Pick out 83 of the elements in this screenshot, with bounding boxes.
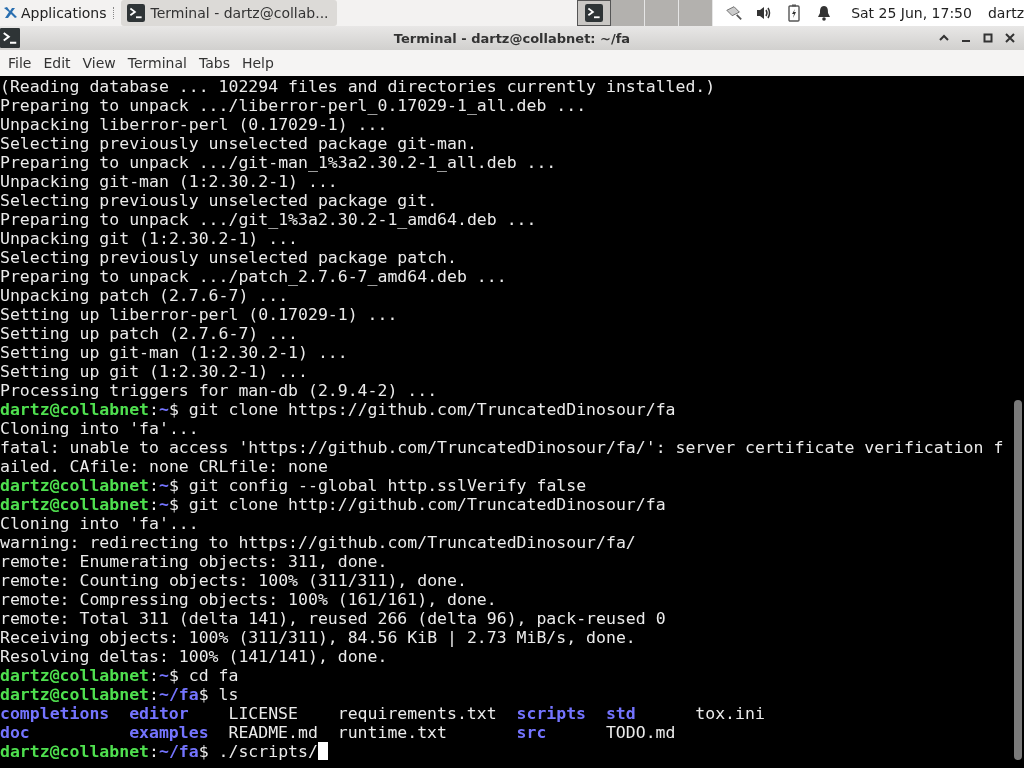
command-text: $ ./scripts/: [198, 742, 318, 761]
prompt-user: dartz@collabnet: [0, 742, 149, 761]
prompt-separator: :: [149, 742, 159, 761]
prompt-path: ~: [158, 400, 169, 419]
command-text: $ git clone https://github.com/TruncatedDinosour/fa: [168, 400, 676, 419]
terminal-line: Unpacking liberror-perl (0.17029-1) ...: [0, 115, 389, 134]
terminal-line: Setting up git-man (1:2.30.2-1) ...: [0, 343, 349, 362]
directory-name: examples: [129, 723, 209, 742]
terminal-line: Preparing to unpack .../git_1%3a2.30.2-1_amd64.deb ...: [0, 210, 538, 229]
terminal-line: Preparing to unpack .../liberror-perl_0.17029-1_all.deb ...: [0, 96, 588, 115]
prompt-user: dartz@collabnet: [0, 666, 149, 685]
directory-name: src: [516, 723, 547, 742]
prompt-user: dartz@collabnet: [0, 685, 149, 704]
clock[interactable]: Sat 25 Jun, 17:50: [851, 5, 972, 21]
directory-name: doc: [0, 723, 30, 742]
user-menu[interactable]: dartz: [987, 5, 1024, 21]
menu-item[interactable]: Terminal: [121, 53, 193, 73]
taskbar-button[interactable]: Terminal - dartz@collab...: [120, 0, 337, 26]
command-text: $ git clone http://github.com/TruncatedDinosour/fa: [168, 495, 666, 514]
terminal-line: Selecting previously unselected package git-man.: [0, 134, 478, 153]
prompt-separator: :: [149, 400, 159, 419]
prompt-separator: :: [149, 685, 159, 704]
menu-item[interactable]: Tabs: [192, 53, 236, 73]
terminal-line: Unpacking git-man (1:2.30.2-1) ...: [0, 172, 339, 191]
terminal-line: Cloning into 'fa'...: [0, 514, 200, 533]
file-name: requirements.txt: [337, 704, 497, 723]
terminal-line: Setting up patch (2.7.6-7) ...: [0, 324, 299, 343]
terminal-line: Selecting previously unselected package git.: [0, 191, 439, 210]
file-name: README.md: [228, 723, 318, 742]
menu-item[interactable]: Help: [235, 53, 280, 73]
prompt-path: ~: [158, 666, 169, 685]
terminal-line: warning: redirecting to https://github.com/TruncatedDinosour/fa/: [0, 533, 637, 552]
directory-name: std: [605, 704, 636, 723]
maximize-icon[interactable]: [982, 32, 994, 44]
file-name: runtime.txt: [337, 723, 447, 742]
terminal-line: Setting up git (1:2.30.2-1) ...: [0, 362, 309, 381]
prompt-path: ~: [158, 476, 169, 495]
terminal-line: ailed. CAfile: none CRLfile: none: [0, 457, 329, 476]
scrollbar-thumb[interactable]: [1014, 400, 1022, 760]
terminal-line: Processing triggers for man-db (2.9.4-2) ...: [0, 381, 439, 400]
terminal-line: remote: Compressing objects: 100% (161/161), done.: [0, 590, 498, 609]
terminal-line: Preparing to unpack .../patch_2.7.6-7_amd64.deb ...: [0, 267, 508, 286]
command-text: $ git config --global http.sslVerify false: [168, 476, 587, 495]
terminal-line: Setting up liberror-perl (0.17029-1) ...: [0, 305, 399, 324]
menu-item[interactable]: Edit: [37, 53, 77, 73]
terminal-line: Cloning into 'fa'...: [0, 419, 200, 438]
prompt-path: ~/fa: [158, 685, 199, 704]
terminal-line: Selecting previously unselected package patch.: [0, 248, 458, 267]
directory-name: scripts: [516, 704, 587, 723]
file-name: TODO.md: [605, 723, 676, 742]
menu-item[interactable]: File: [2, 53, 38, 73]
prompt-separator: :: [149, 666, 159, 685]
panel-separator: [112, 7, 117, 19]
file-name: tox.ini: [695, 704, 765, 723]
workspace-button[interactable]: [577, 0, 612, 26]
terminal-line: Preparing to unpack .../git-man_1%3a2.30.2-1_all.deb ...: [0, 153, 558, 172]
terminal-line: fatal: unable to access 'https://github.com/TruncatedDinosour/fa/': server certificate verification f: [0, 438, 1005, 457]
directory-name: editor: [129, 704, 189, 723]
terminal-line: (Reading database ... 102294 files and directories currently installed.): [0, 77, 717, 96]
prompt-user: dartz@collabnet: [0, 495, 149, 514]
terminal-line: remote: Counting objects: 100% (311/311), done.: [0, 571, 468, 590]
terminal-line: Unpacking patch (2.7.6-7) ...: [0, 286, 290, 305]
close-icon[interactable]: [1004, 32, 1016, 44]
terminal-line: Resolving deltas: 100% (141/141), done.: [0, 647, 389, 666]
prompt-separator: :: [149, 476, 159, 495]
terminal-icon: [126, 4, 145, 22]
prompt-separator: :: [149, 495, 159, 514]
command-text: $ cd fa: [168, 666, 239, 685]
terminal-line: remote: Enumerating objects: 311, done.: [0, 552, 389, 571]
prompt-path: ~/fa: [158, 742, 199, 761]
command-text: $ ls: [198, 685, 239, 704]
terminal-line: Unpacking git (1:2.30.2-1) ...: [0, 229, 299, 248]
terminal-line: Receiving objects: 100% (311/311), 84.56 KiB | 2.73 MiB/s, done.: [0, 628, 637, 647]
terminal-icon: [0, 28, 20, 48]
menu-item[interactable]: View: [76, 53, 122, 73]
prompt-user: dartz@collabnet: [0, 400, 149, 419]
prompt-path: ~: [158, 495, 169, 514]
prompt-user: dartz@collabnet: [0, 476, 149, 495]
terminal-line: remote: Total 311 (delta 141), reused 266 (delta 96), pack-reused 0: [0, 609, 667, 628]
directory-name: completions: [0, 704, 110, 723]
applications-menu[interactable]: Applications: [0, 0, 109, 26]
window-title: Terminal - dartz@collabnet: ~/fa: [393, 30, 631, 46]
file-name: LICENSE: [228, 704, 298, 723]
